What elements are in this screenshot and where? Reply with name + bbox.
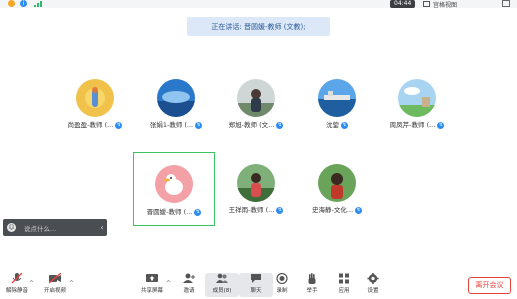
start-video-label: 开启视频 xyxy=(43,288,66,294)
raise-hand-button[interactable]: 举手 xyxy=(295,273,329,297)
participant-tile[interactable]: 王祥雨-教师 (... ↯ xyxy=(211,164,301,214)
mic-icon: ↯ xyxy=(437,121,445,129)
participant-tile[interactable]: 史海静-文化... ↯ xyxy=(292,164,382,214)
raise-hand-label: 举手 xyxy=(306,288,318,294)
chat-placeholder[interactable]: 说点什么... xyxy=(24,223,97,233)
mic-icon: ↯ xyxy=(194,208,202,216)
raise-hand-icon xyxy=(308,273,316,284)
participant-tile-selected[interactable]: 晋圆媛-教师 (... ↯ xyxy=(133,152,215,226)
fullscreen-icon[interactable] xyxy=(502,0,510,7)
avatar xyxy=(398,79,436,117)
record-label: 录制 xyxy=(276,288,288,294)
shield-icon[interactable] xyxy=(8,0,15,7)
participant-name: 晋圆媛-教师 (... xyxy=(146,208,193,216)
avatar xyxy=(157,79,195,117)
start-video-button[interactable]: 开启视频 xyxy=(38,273,72,297)
meeting-toolbar: 解除静音 ^ 开启视频 ^ 共享屏幕 ^ 邀请 成员(8) 聊天 录制 举手 应… xyxy=(0,268,517,299)
share-screen-icon xyxy=(146,274,158,282)
mute-options-caret[interactable]: ^ xyxy=(29,280,34,287)
apps-icon xyxy=(339,273,349,284)
meeting-timer: 04:44 xyxy=(390,0,416,8)
mic-icon: ↯ xyxy=(276,121,284,129)
settings-button[interactable]: 设置 xyxy=(356,273,390,297)
invite-icon xyxy=(183,273,195,283)
mic-icon: ↯ xyxy=(115,121,123,129)
participant-tile[interactable]: 尚盈盈-教师 (... ↯ xyxy=(50,79,140,129)
participant-tile[interactable]: 沈蓥 ↯ xyxy=(292,79,382,129)
settings-label: 设置 xyxy=(367,288,379,294)
signal-icon[interactable] xyxy=(34,1,43,7)
gear-icon xyxy=(367,273,379,284)
participant-tile[interactable]: 张娟1-教师 (... ↯ xyxy=(131,79,221,129)
leave-meeting-button[interactable]: 离开会议 xyxy=(468,277,511,294)
mic-icon: ↯ xyxy=(276,206,284,214)
active-speaker-banner: 正在讲话: 晋圆媛-教师 (文教); xyxy=(187,17,330,36)
record-icon xyxy=(276,273,288,284)
video-off-icon xyxy=(49,273,61,284)
avatar xyxy=(318,164,356,202)
participant-tile[interactable]: 郑旭-教师 (文... ↯ xyxy=(211,79,301,129)
members-button[interactable]: 成员(8) xyxy=(205,273,239,297)
view-switch-button[interactable]: 宫格视图 xyxy=(423,0,458,9)
participant-name: 郑旭-教师 (文... xyxy=(228,121,275,129)
mic-icon: ↯ xyxy=(195,121,203,129)
mic-icon: ↯ xyxy=(355,206,363,214)
participant-name: 史海静-文化... xyxy=(311,206,354,214)
chat-icon xyxy=(251,274,261,283)
record-button[interactable]: 录制 xyxy=(265,273,299,297)
info-icon[interactable]: i xyxy=(20,0,27,7)
share-screen-button[interactable]: 共享屏幕 xyxy=(135,273,169,297)
grid-view-icon xyxy=(423,1,430,7)
emoji-icon[interactable]: ☺ xyxy=(7,223,16,232)
participant-tile[interactable]: 周凤芹-教师 (... ↯ xyxy=(372,79,462,129)
invite-label: 邀请 xyxy=(183,288,195,294)
mic-muted-icon xyxy=(11,273,23,284)
avatar xyxy=(318,79,356,117)
avatar xyxy=(237,79,275,117)
invite-button[interactable]: 邀请 xyxy=(172,273,206,297)
top-bar: i 04:44 宫格视图 xyxy=(0,0,517,9)
mic-icon: ↯ xyxy=(341,121,348,129)
share-options-caret[interactable]: ^ xyxy=(166,280,171,287)
avatar xyxy=(237,164,275,202)
participant-name: 尚盈盈-教师 (... xyxy=(67,121,114,129)
participant-name: 周凤芹-教师 (... xyxy=(389,121,436,129)
members-icon xyxy=(216,273,228,283)
avatar xyxy=(155,165,193,203)
share-screen-label: 共享屏幕 xyxy=(140,288,163,294)
unmute-label: 解除静音 xyxy=(5,288,28,294)
avatar xyxy=(76,79,114,117)
video-options-caret[interactable]: ^ xyxy=(69,280,74,287)
participant-name: 张娟1-教师 (... xyxy=(149,121,194,129)
active-speaker-text: 正在讲话: 晋圆媛-教师 (文教); xyxy=(211,22,306,31)
members-label: 成员(8) xyxy=(212,288,232,294)
collapse-chat-button[interactable]: ‹ xyxy=(97,219,107,236)
participant-name: 王祥雨-教师 (... xyxy=(228,206,275,214)
chat-input[interactable]: ☺ 说点什么... ‹ xyxy=(3,219,107,236)
participant-name: 沈蓥 xyxy=(326,121,339,129)
view-label: 宫格视图 xyxy=(433,1,458,9)
